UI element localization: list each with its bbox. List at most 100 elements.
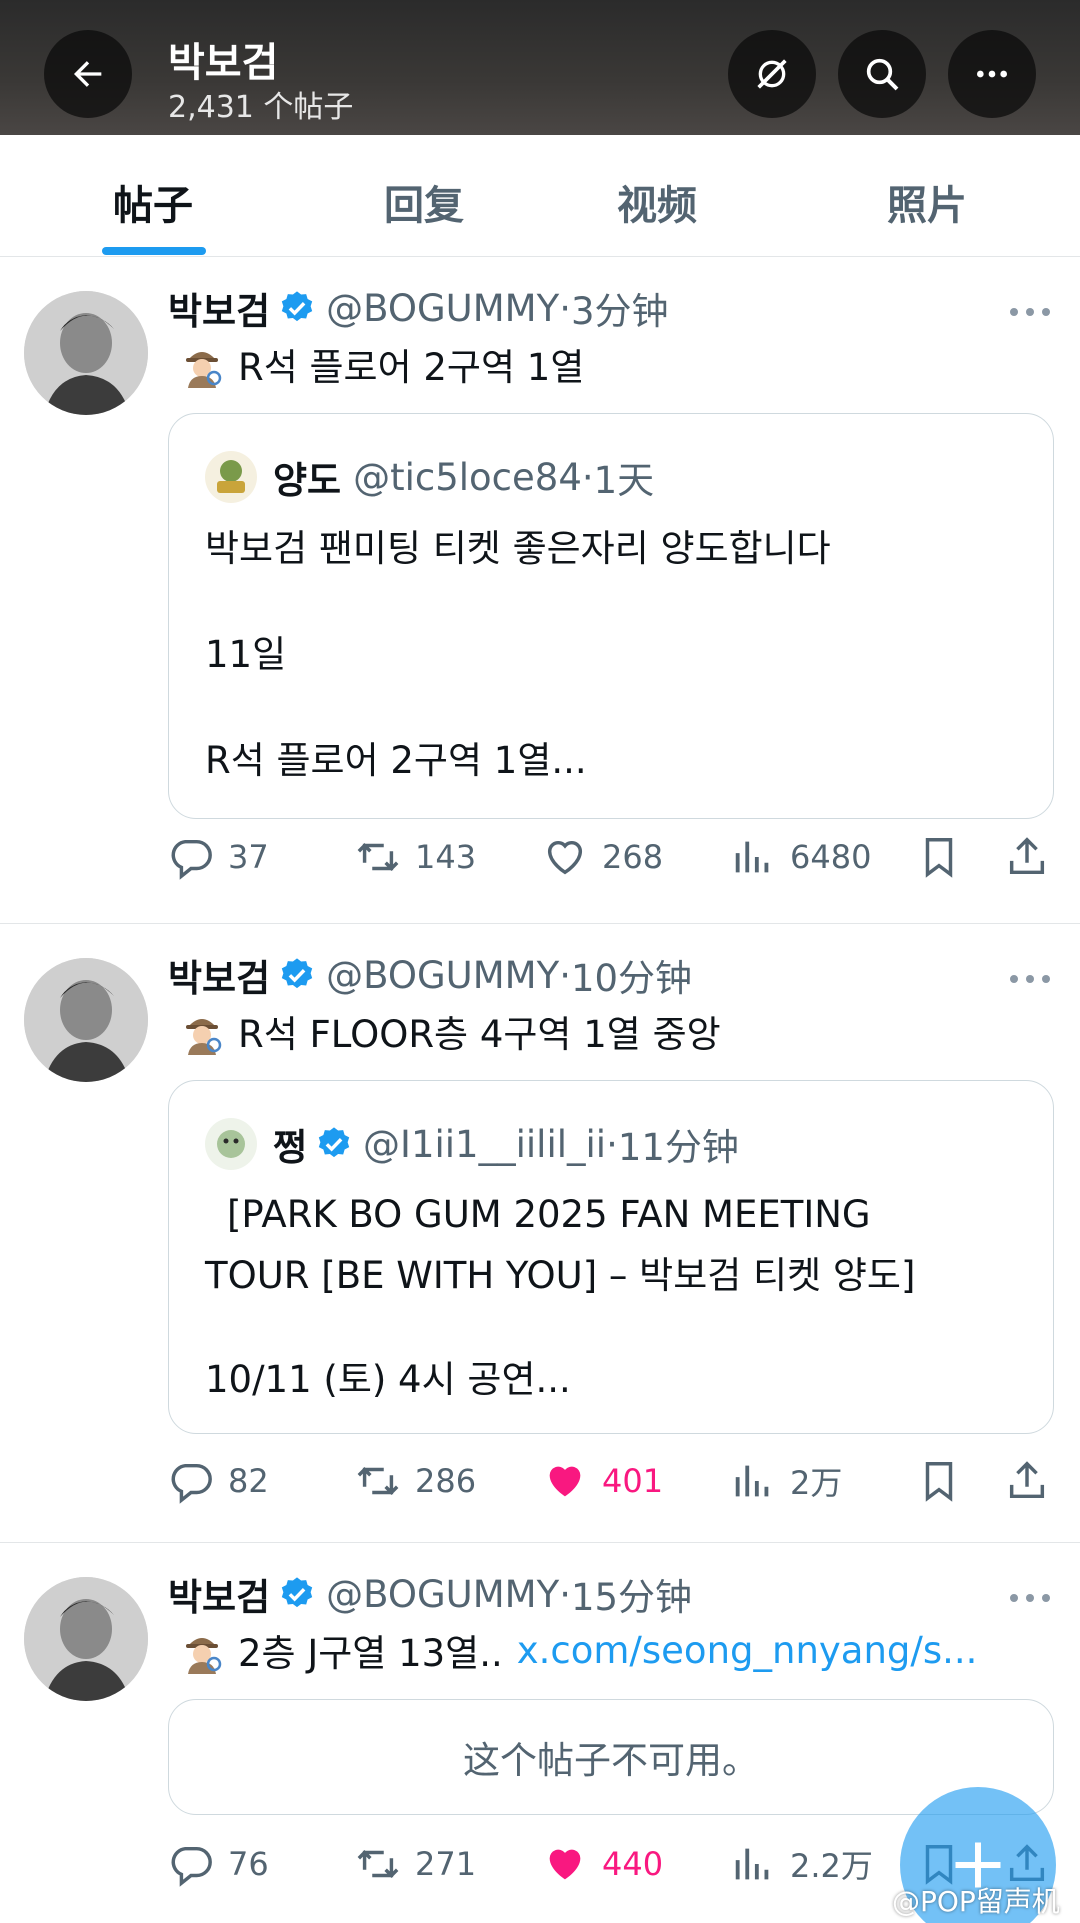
profile-tabs: 帖子 回复 视频 照片 [0, 135, 1080, 257]
quote-text-line: 11일 [205, 633, 287, 676]
quote-header: 쩡 @I1ii1__iilil_ii · 11分钟 [205, 1117, 739, 1171]
bookmark-button[interactable] [916, 1458, 962, 1504]
reply-button[interactable]: 82 [168, 1458, 269, 1504]
repost-button[interactable]: 143 [355, 834, 476, 880]
more-icon [977, 70, 1007, 78]
tab-videos[interactable]: 视频 [617, 173, 697, 231]
post-actions: 82 286 401 2万 [0, 1458, 1080, 1518]
verified-badge-icon [318, 1127, 350, 1158]
quote-text-line: 10/11 (토) 4시 공연... [205, 1358, 571, 1401]
tab-replies[interactable]: 回复 [384, 173, 464, 231]
post-time[interactable]: 15分钟 [571, 1567, 692, 1621]
post-text: R석 FLOOR층 4구역 1열 중앙 [178, 1004, 721, 1058]
grok-button[interactable] [728, 30, 816, 118]
author-name[interactable]: 박보검 [168, 948, 270, 1002]
repost-icon [357, 843, 399, 871]
post-time[interactable]: 3分钟 [571, 281, 669, 335]
post-more-icon[interactable] [1008, 305, 1052, 319]
active-tab-indicator [102, 247, 206, 255]
reply-count: 37 [228, 838, 269, 876]
repost-count: 271 [415, 1845, 477, 1883]
reply-icon [171, 1463, 212, 1504]
post-text-content: R석 플로어 2구역 1열 [238, 346, 585, 389]
detective-emoji-icon [186, 1019, 222, 1055]
share-icon [1009, 1461, 1045, 1499]
views-count: 2万 [790, 1464, 843, 1502]
quoted-post[interactable]: 쩡 @I1ii1__iilil_ii · 11分钟 [PARK BO GUM 2… [168, 1080, 1054, 1434]
reply-count: 76 [228, 1845, 269, 1883]
post-more-icon[interactable] [1008, 1591, 1052, 1605]
author-name[interactable]: 박보검 [168, 281, 270, 335]
reply-count: 82 [228, 1462, 269, 1500]
quote-author-handle: @I1ii1__iilil_ii [363, 1122, 607, 1166]
verified-badge-icon [281, 958, 313, 989]
grok-icon [757, 59, 787, 89]
reply-button[interactable]: 37 [168, 834, 269, 880]
like-button[interactable]: 440 [542, 1841, 663, 1887]
heart-filled-icon [549, 1849, 581, 1880]
like-button[interactable]: 401 [542, 1458, 663, 1504]
quote-text-line: R석 플로어 2구역 1열... [205, 739, 587, 782]
quote-time: 11分钟 [617, 1126, 739, 1169]
author-name[interactable]: 박보검 [168, 1567, 270, 1621]
search-icon [866, 58, 899, 91]
reply-icon [171, 839, 212, 880]
tab-posts[interactable]: 帖子 [113, 173, 193, 231]
bookmark-button[interactable] [916, 834, 962, 880]
repost-count: 143 [415, 838, 477, 876]
search-button[interactable] [838, 30, 926, 118]
separator-dot: · [559, 953, 571, 997]
like-count: 401 [602, 1462, 664, 1500]
profile-title: 박보검 [168, 40, 279, 86]
like-count: 440 [602, 1845, 664, 1883]
post[interactable]: 박보검 @BOGUMMY · 3分钟 R석 플로어 2구역 1열 양도 @tic… [0, 257, 1080, 924]
unavailable-post-notice: 这个帖子不可用。 [168, 1699, 1054, 1815]
quote-text-line: [PARK BO GUM 2025 FAN MEETING [227, 1193, 871, 1236]
watermark: @POP留声机 [850, 1880, 1060, 1920]
separator-dot: · [559, 1572, 571, 1616]
repost-icon [357, 1850, 399, 1878]
profile-header: 박보검 2,431 个帖子 [0, 0, 1080, 135]
watermark-text: @POP留声机 [892, 1885, 1060, 1918]
avatar[interactable] [24, 291, 148, 415]
avatar[interactable] [24, 1577, 148, 1701]
repost-count: 286 [415, 1462, 477, 1500]
like-button[interactable]: 268 [542, 834, 663, 880]
tab-photos[interactable]: 照片 [887, 173, 967, 231]
post-header: 박보검 @BOGUMMY · 3分钟 [168, 281, 669, 335]
views-button[interactable]: 6480 [730, 834, 871, 880]
post-time[interactable]: 10分钟 [571, 948, 692, 1002]
author-handle[interactable]: @BOGUMMY [326, 1573, 559, 1616]
share-button[interactable] [1004, 834, 1050, 880]
quote-author-handle: @tic5loce84 [353, 455, 582, 499]
post-actions: 37 143 268 6480 [0, 834, 1080, 894]
author-handle[interactable]: @BOGUMMY [326, 287, 559, 330]
separator-dot: · [581, 455, 594, 499]
post-text-content: R석 FLOOR층 4구역 1열 중앙 [238, 1013, 721, 1056]
back-button[interactable] [44, 30, 132, 118]
more-button[interactable] [948, 30, 1036, 118]
quote-text-line: TOUR [BE WITH YOU] – 박보검 티켓 양도] [205, 1254, 916, 1297]
weibo-logo-icon [851, 1889, 882, 1913]
reply-icon [171, 1846, 212, 1887]
repost-button[interactable]: 286 [355, 1458, 476, 1504]
views-count: 6480 [790, 838, 872, 876]
separator-dot: · [606, 1122, 618, 1166]
post-header: 박보검 @BOGUMMY · 15分钟 [168, 1567, 692, 1621]
post-more-icon[interactable] [1008, 972, 1052, 986]
heart-filled-icon [549, 1466, 581, 1497]
post[interactable]: 박보검 @BOGUMMY · 10分钟 R석 FLOOR층 4구역 1열 중앙 … [0, 924, 1080, 1543]
avatar[interactable] [24, 958, 148, 1082]
repost-button[interactable]: 271 [355, 1841, 476, 1887]
like-count: 268 [602, 838, 664, 876]
quote-avatar [205, 451, 257, 503]
author-handle[interactable]: @BOGUMMY [326, 954, 559, 997]
bookmark-icon [925, 838, 953, 878]
share-button[interactable] [1004, 1458, 1050, 1504]
views-button[interactable]: 2万 [730, 1458, 842, 1504]
reply-button[interactable]: 76 [168, 1841, 269, 1887]
post-link[interactable]: x.com/seong_nnyang/s... [517, 1629, 978, 1672]
post-header: 박보검 @BOGUMMY · 10分钟 [168, 948, 692, 1002]
quoted-post[interactable]: 양도 @tic5loce84 · 1天 박보검 팬미팅 티켓 좋은자리 양도합니… [168, 413, 1054, 819]
bookmark-icon [925, 1462, 953, 1502]
